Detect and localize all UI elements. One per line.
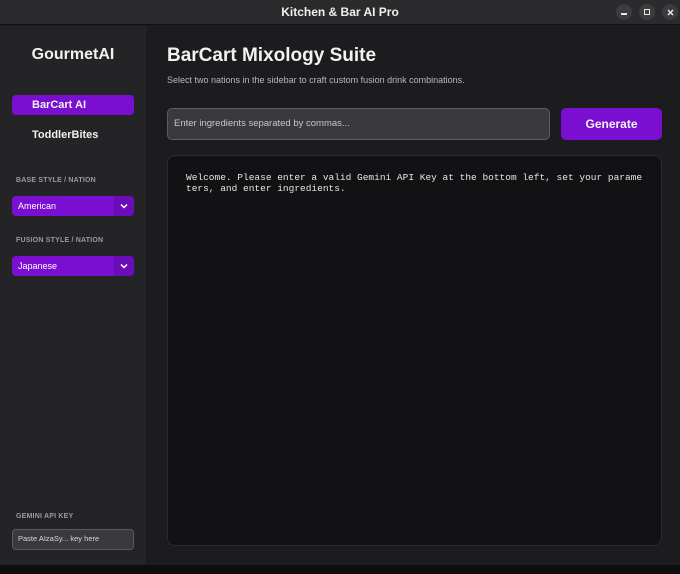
brand-logo: GourmetAI — [31, 46, 115, 63]
fusion-style-label: FUSION STYLE / NATION — [16, 237, 104, 244]
minimize-button[interactable] — [616, 4, 632, 20]
fusion-style-value: Japanese — [18, 261, 58, 271]
nav-item-toddlerbites[interactable]: ToddlerBites — [12, 125, 134, 145]
close-button[interactable] — [662, 4, 678, 20]
generate-button[interactable]: Generate — [561, 108, 662, 140]
page-subtitle: Select two nations in the sidebar to cra… — [167, 75, 465, 85]
minimize-icon — [621, 13, 627, 15]
main-panel: BarCart Mixology Suite Select two nation… — [146, 26, 680, 565]
api-key-input[interactable]: Paste AIzaSy... key here — [12, 529, 134, 550]
nav-item-barcart-ai[interactable]: BarCart AI — [12, 95, 134, 115]
base-style-value: American — [18, 201, 57, 211]
sidebar: GourmetAI BarCart AI ToddlerBites BASE S… — [0, 26, 146, 565]
close-icon — [666, 8, 674, 16]
base-style-label: BASE STYLE / NATION — [16, 177, 96, 184]
title-bar: Kitchen & Bar AI Pro — [0, 0, 680, 25]
chevron-down-icon[interactable] — [114, 196, 134, 216]
output-textbox[interactable]: Welcome. Please enter a valid Gemini API… — [167, 155, 662, 546]
base-style-dropdown[interactable]: American — [12, 196, 134, 216]
window-title: Kitchen & Bar AI Pro — [281, 5, 399, 19]
maximize-button[interactable] — [639, 4, 655, 20]
page-title: BarCart Mixology Suite — [167, 45, 377, 66]
chevron-down-icon[interactable] — [114, 256, 134, 276]
maximize-icon — [644, 9, 650, 15]
api-key-label: GEMINI API KEY — [16, 513, 74, 520]
ingredients-input[interactable]: Enter ingredients separated by commas... — [167, 108, 550, 140]
bottom-edge — [0, 565, 680, 574]
app-window: Kitchen & Bar AI Pro GourmetAI BarCart A… — [0, 0, 680, 574]
fusion-style-dropdown[interactable]: Japanese — [12, 256, 134, 276]
